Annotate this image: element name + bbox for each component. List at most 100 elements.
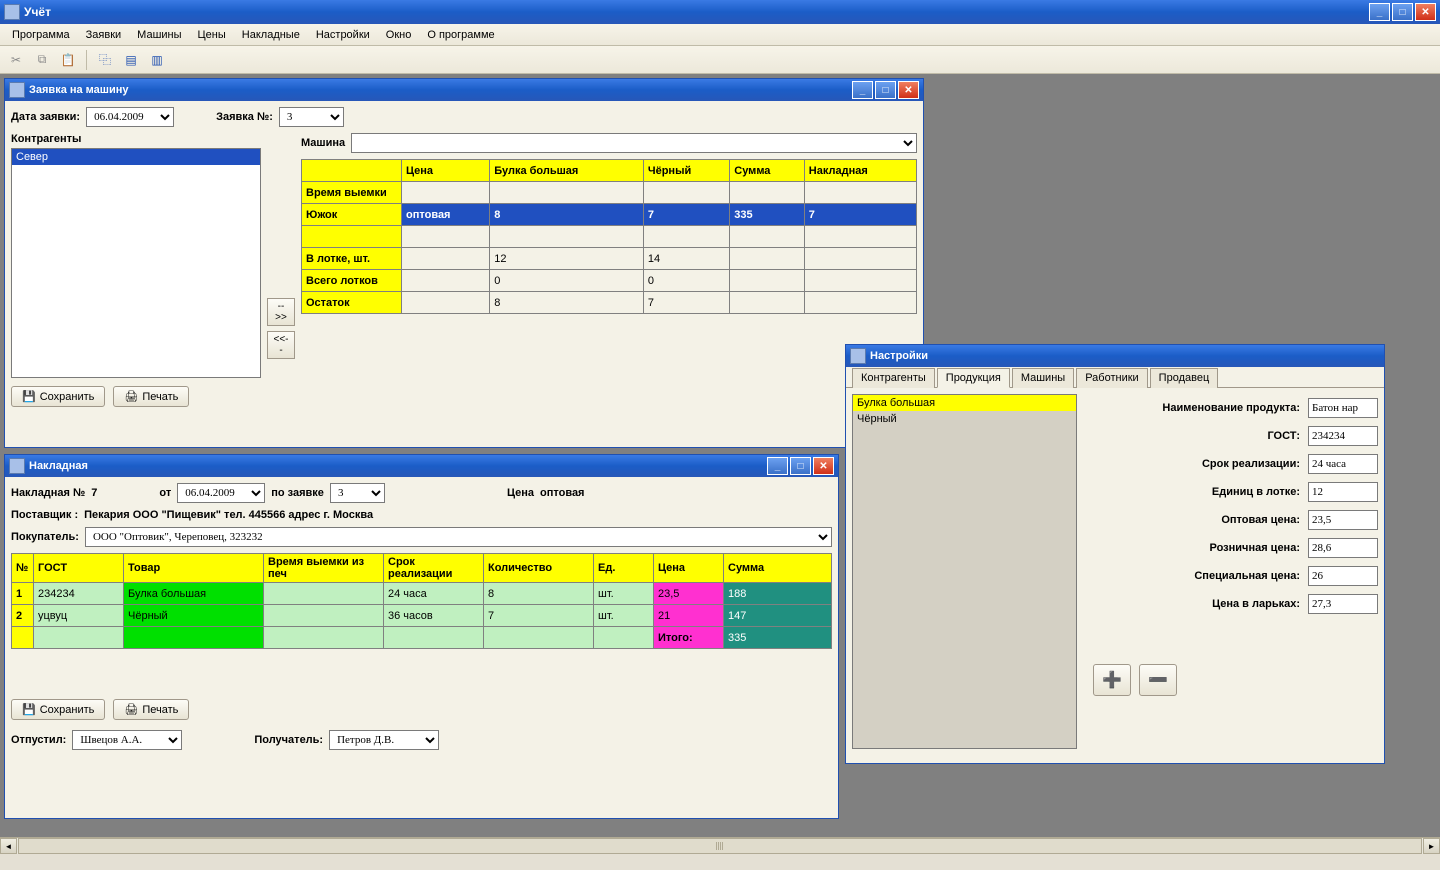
invoice-date-picker[interactable]: 06.04.2009 [177, 483, 265, 503]
settings-titlebar[interactable]: Настройки [846, 345, 1384, 367]
date-picker[interactable]: 06.04.2009 [86, 107, 174, 127]
close-button[interactable]: ✕ [1415, 3, 1436, 21]
app-icon [4, 4, 20, 20]
request-window-icon [9, 82, 25, 98]
paste-icon[interactable]: 📋 [58, 50, 78, 70]
menu-about[interactable]: О программе [421, 27, 500, 43]
move-right-button[interactable]: -->> [267, 298, 295, 326]
print-button[interactable]: 🖨Печать [113, 386, 189, 407]
request-titlebar[interactable]: Заявка на машину _ □ ✕ [5, 79, 923, 101]
request-maximize-button[interactable]: □ [875, 81, 896, 99]
tab-products[interactable]: Продукция [937, 368, 1010, 388]
spec-label: Специальная цена: [1194, 570, 1300, 582]
invoice-close-button[interactable]: ✕ [813, 457, 834, 475]
save-icon: 💾 [22, 390, 36, 403]
product-item[interactable]: Чёрный [853, 411, 1076, 427]
tray-input[interactable] [1308, 482, 1378, 502]
workspace-scrollbar[interactable]: ◄ ► [0, 837, 1440, 854]
col-sum: Сумма [730, 160, 805, 182]
request-close-button[interactable]: ✕ [898, 81, 919, 99]
price-label: Цена [507, 487, 534, 499]
main-titlebar: Учёт _ □ ✕ [0, 0, 1440, 24]
menu-program[interactable]: Программа [6, 27, 76, 43]
remove-product-button[interactable]: ➖ [1139, 664, 1177, 696]
settings-window-icon [850, 348, 866, 364]
buyer-select[interactable]: ООО "Оптовик", Череповец, 323232 [85, 527, 832, 547]
released-select[interactable]: Швецов А.А. [72, 730, 182, 750]
invoice-maximize-button[interactable]: □ [790, 457, 811, 475]
invoice-window: Накладная _ □ ✕ Накладная № 7 от 06.04.2… [4, 454, 839, 819]
supplier-label: Поставщик : [11, 509, 78, 521]
tile-horizontal-icon[interactable]: ▤ [121, 50, 141, 70]
price-value: оптовая [540, 487, 584, 499]
scroll-right-icon[interactable]: ► [1423, 838, 1440, 854]
receiver-select[interactable]: Петров Д.В. [329, 730, 439, 750]
products-list[interactable]: Булка большая Чёрный [852, 394, 1077, 749]
product-name-label: Наименование продукта: [1162, 402, 1300, 414]
tab-seller[interactable]: Продавец [1150, 368, 1219, 388]
reqno-select[interactable]: 3 [279, 107, 344, 127]
scroll-thumb[interactable] [18, 838, 1422, 854]
col-bulka: Булка большая [490, 160, 644, 182]
cascade-icon[interactable]: ⿻ [95, 50, 115, 70]
invoice-minimize-button[interactable]: _ [767, 457, 788, 475]
app-title: Учёт [24, 5, 1369, 19]
save-button[interactable]: 💾Сохранить [11, 386, 105, 407]
srok-input[interactable] [1308, 454, 1378, 474]
byreq-select[interactable]: 3 [330, 483, 385, 503]
opt-input[interactable] [1308, 510, 1378, 530]
product-item-selected[interactable]: Булка большая [853, 395, 1076, 411]
tab-workers[interactable]: Работники [1076, 368, 1147, 388]
add-product-button[interactable]: ➕ [1093, 664, 1131, 696]
col-black: Чёрный [643, 160, 729, 182]
contragents-list[interactable]: Север [11, 148, 261, 378]
settings-window: Настройки Контрагенты Продукция Машины Р… [845, 344, 1385, 764]
kiosk-input[interactable] [1308, 594, 1378, 614]
spec-input[interactable] [1308, 566, 1378, 586]
released-label: Отпустил: [11, 734, 66, 746]
request-grid[interactable]: Цена Булка большая Чёрный Сумма Накладна… [301, 159, 917, 314]
cut-icon[interactable]: ✂ [6, 50, 26, 70]
buyer-label: Покупатель: [11, 531, 79, 543]
retail-label: Розничная цена: [1210, 542, 1300, 554]
tile-vertical-icon[interactable]: ▥ [147, 50, 167, 70]
menu-window[interactable]: Окно [380, 27, 418, 43]
printer-icon: 🖨 [124, 390, 138, 403]
machine-select[interactable] [351, 133, 917, 153]
minimize-button[interactable]: _ [1369, 3, 1390, 21]
product-name-input[interactable] [1308, 398, 1378, 418]
maximize-button[interactable]: □ [1392, 3, 1413, 21]
remove-icon: ➖ [1148, 670, 1168, 690]
menu-prices[interactable]: Цены [192, 27, 232, 43]
settings-tabs: Контрагенты Продукция Машины Работники П… [846, 367, 1384, 388]
retail-input[interactable] [1308, 538, 1378, 558]
copy-icon[interactable]: ⧉ [32, 50, 52, 70]
add-icon: ➕ [1102, 670, 1122, 690]
menu-settings[interactable]: Настройки [310, 27, 376, 43]
tab-machines[interactable]: Машины [1012, 368, 1074, 388]
menu-invoices[interactable]: Накладные [236, 27, 306, 43]
from-label: от [159, 487, 171, 499]
gost-input[interactable] [1308, 426, 1378, 446]
menu-machines[interactable]: Машины [131, 27, 187, 43]
menubar: Программа Заявки Машины Цены Накладные Н… [0, 24, 1440, 46]
invoice-print-button[interactable]: 🖨Печать [113, 699, 189, 720]
invoice-grid[interactable]: № ГОСТ Товар Время выемки из печ Срок ре… [11, 553, 832, 649]
request-window: Заявка на машину _ □ ✕ Дата заявки: 06.0… [4, 78, 924, 448]
tab-contragents[interactable]: Контрагенты [852, 368, 935, 388]
printer-icon: 🖨 [124, 703, 138, 716]
opt-label: Оптовая цена: [1221, 514, 1300, 526]
scroll-left-icon[interactable]: ◄ [0, 838, 17, 854]
supplier-value: Пекария ООО "Пищевик" тел. 445566 адрес … [84, 509, 373, 521]
contragents-label: Контрагенты [11, 133, 261, 145]
settings-title: Настройки [870, 350, 1380, 362]
contragent-item[interactable]: Север [12, 149, 260, 165]
request-minimize-button[interactable]: _ [852, 81, 873, 99]
invoice-save-button[interactable]: 💾Сохранить [11, 699, 105, 720]
invoice-title: Накладная [29, 460, 767, 472]
invoice-titlebar[interactable]: Накладная _ □ ✕ [5, 455, 838, 477]
byreq-label: по заявке [271, 487, 324, 499]
save-icon: 💾 [22, 703, 36, 716]
menu-requests[interactable]: Заявки [80, 27, 128, 43]
move-left-button[interactable]: <<-- [267, 331, 295, 359]
